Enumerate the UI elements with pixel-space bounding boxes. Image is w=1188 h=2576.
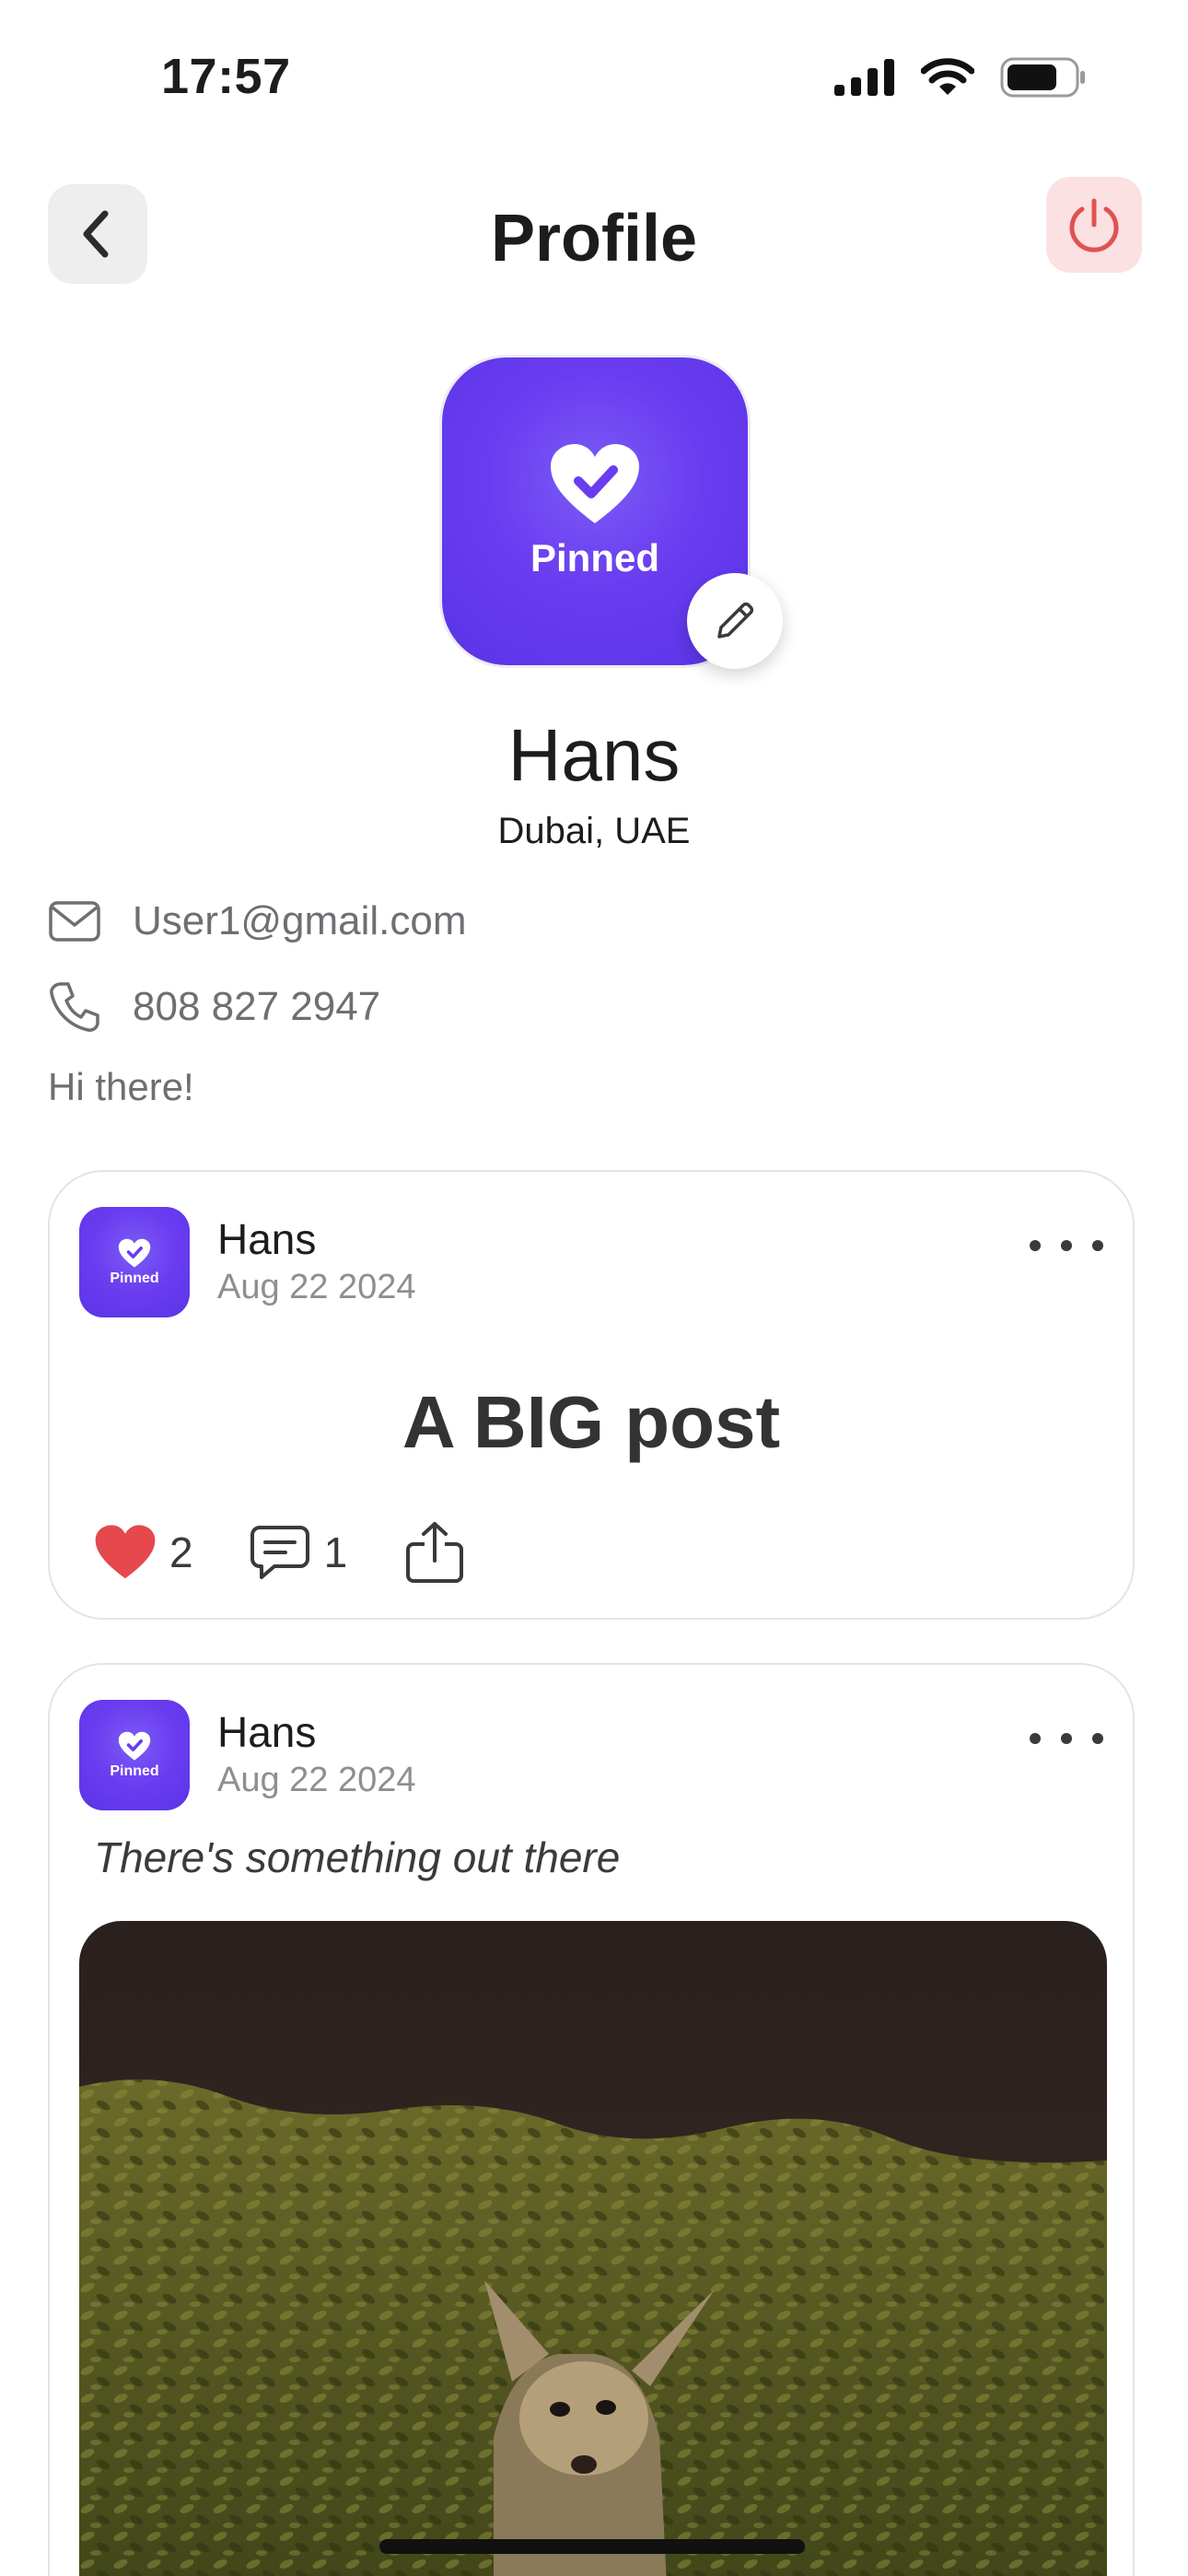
share-icon (406, 1522, 464, 1583)
profile-screen: 17:57 Profile Pinned Hans Dubai, UAE Use… (0, 0, 1188, 2576)
more-dot-icon (1030, 1733, 1041, 1744)
comment-button[interactable]: 1 (249, 1524, 348, 1581)
heart-check-icon (551, 444, 639, 523)
profile-bio: Hi there! (48, 1065, 194, 1108)
heart-check-icon (118, 1731, 151, 1761)
status-time: 17:57 (161, 49, 291, 104)
comment-count: 1 (323, 1528, 348, 1576)
post-headline: A BIG post (402, 1381, 781, 1463)
status-bar: 17:57 (0, 0, 1188, 157)
profile-name: Hans (507, 714, 681, 796)
share-button[interactable] (404, 1520, 465, 1585)
post-avatar-label: Pinned (110, 1270, 159, 1286)
email-text: User1@gmail.com (133, 898, 467, 943)
more-dot-icon (1061, 1240, 1072, 1251)
mail-icon (49, 901, 100, 942)
heart-filled-icon (95, 1525, 156, 1579)
more-options-button[interactable] (1030, 1720, 1103, 1757)
edit-avatar-button[interactable] (687, 573, 783, 669)
avatar-label: Pinned (530, 536, 659, 580)
page-title: Profile (490, 202, 698, 275)
post-photo-fox[interactable] (79, 1921, 1107, 2576)
phone-icon (50, 982, 99, 1032)
heart-check-icon (118, 1238, 151, 1268)
home-indicator (379, 2539, 805, 2554)
post-avatar: Pinned (79, 1700, 190, 1810)
post-avatar: Pinned (79, 1207, 190, 1317)
status-icons (834, 57, 1087, 98)
post-date: Aug 22 2024 (217, 1761, 416, 1799)
pencil-icon (717, 602, 754, 638)
more-dot-icon (1092, 1733, 1103, 1744)
power-icon (1069, 198, 1119, 252)
more-dot-icon (1061, 1733, 1072, 1744)
wifi-icon (921, 58, 974, 95)
cellular-signal-icon (834, 59, 894, 96)
post-actions: 2 1 (94, 1520, 465, 1585)
post-card[interactable]: Pinned Hans Aug 22 2024 A BIG post 2 1 (48, 1170, 1135, 1620)
phone-row[interactable]: 808 827 2947 (48, 980, 380, 1034)
post-caption: There's something out there (94, 1833, 621, 1881)
post-card[interactable]: Pinned Hans Aug 22 2024 There's somethin… (48, 1663, 1135, 2576)
fox-photo-image (79, 1921, 1107, 2576)
post-author[interactable]: Hans (217, 1707, 316, 1757)
like-count: 2 (169, 1528, 193, 1576)
profile-location: Dubai, UAE (497, 811, 691, 851)
more-dot-icon (1092, 1240, 1103, 1251)
email-row[interactable]: User1@gmail.com (48, 898, 467, 944)
like-button[interactable]: 2 (94, 1524, 193, 1581)
more-options-button[interactable] (1030, 1227, 1103, 1264)
battery-icon (1000, 57, 1085, 98)
logout-button[interactable] (1046, 177, 1142, 273)
post-author[interactable]: Hans (217, 1214, 316, 1264)
comment-icon (250, 1526, 309, 1579)
header: Profile (0, 175, 1188, 295)
more-dot-icon (1030, 1240, 1041, 1251)
post-date: Aug 22 2024 (217, 1268, 416, 1306)
phone-text: 808 827 2947 (133, 984, 381, 1029)
post-avatar-label: Pinned (110, 1762, 159, 1779)
